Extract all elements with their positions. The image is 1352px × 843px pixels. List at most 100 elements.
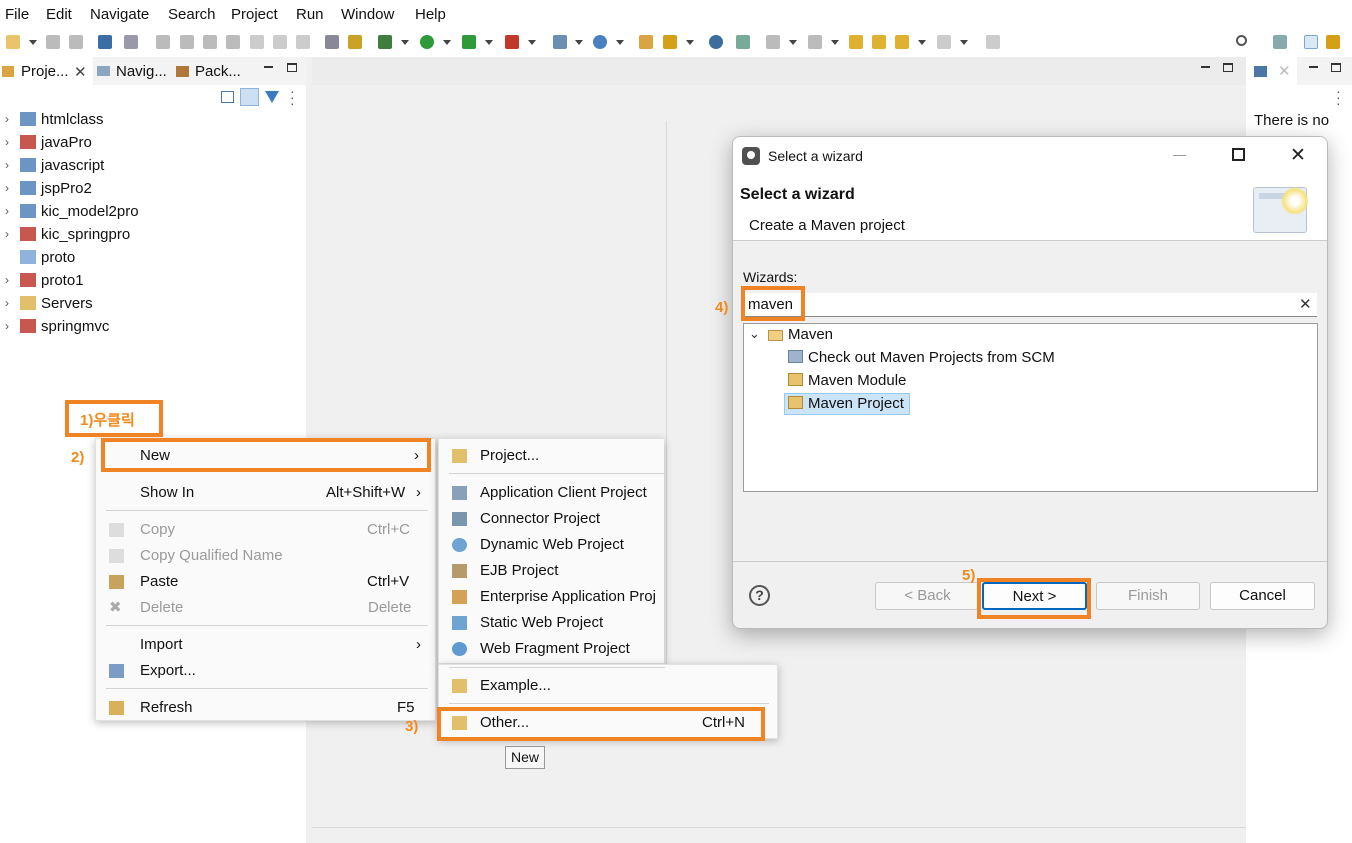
new-server-icon[interactable] bbox=[553, 35, 567, 49]
cancel-button[interactable]: Cancel bbox=[1210, 582, 1315, 610]
suspend-icon[interactable] bbox=[180, 35, 194, 49]
menu-run[interactable]: Run bbox=[296, 6, 324, 23]
menu-item-copy[interactable]: Copy Ctrl+C bbox=[96, 521, 437, 541]
minimize-icon[interactable] bbox=[264, 66, 273, 68]
menu-edit[interactable]: Edit bbox=[46, 6, 72, 23]
search-icon[interactable] bbox=[1236, 35, 1247, 46]
dropdown-arrow-icon[interactable] bbox=[575, 40, 583, 45]
menu-item-static-web-project[interactable]: Static Web Project bbox=[439, 614, 664, 634]
dropdown-arrow-icon[interactable] bbox=[616, 40, 624, 45]
tree-item[interactable]: › kic_springpro bbox=[0, 224, 300, 246]
close-icon[interactable]: ✕ bbox=[74, 63, 87, 81]
tree-item[interactable]: › jspPro2 bbox=[0, 178, 300, 200]
menu-navigate[interactable]: Navigate bbox=[90, 6, 149, 23]
menu-search[interactable]: Search bbox=[168, 6, 216, 23]
menu-item-export[interactable]: Export... bbox=[96, 662, 437, 682]
menu-help[interactable]: Help bbox=[415, 6, 446, 23]
menu-item-paste[interactable]: Paste Ctrl+V bbox=[96, 573, 437, 593]
open-perspective-icon[interactable] bbox=[1273, 35, 1287, 49]
external-tools-icon[interactable] bbox=[505, 35, 519, 49]
tab-navigator[interactable]: Navig... bbox=[116, 63, 167, 80]
menu-file[interactable]: File bbox=[5, 6, 29, 23]
forward-edit-icon[interactable] bbox=[872, 35, 886, 49]
run-coverage-icon[interactable] bbox=[462, 35, 476, 49]
terminal-icon[interactable] bbox=[98, 35, 112, 49]
new-icon[interactable] bbox=[6, 35, 20, 49]
tree-item[interactable]: › proto1 bbox=[0, 270, 300, 292]
menu-item-example[interactable]: Example... bbox=[439, 677, 779, 697]
previous-annotation-icon[interactable] bbox=[808, 35, 822, 49]
view-menu-icon[interactable]: · · · bbox=[290, 84, 295, 110]
java-ee-perspective-icon[interactable] bbox=[1304, 35, 1318, 49]
tree-item[interactable]: › htmlclass bbox=[0, 109, 300, 131]
menu-item-project[interactable]: Project... bbox=[439, 447, 664, 467]
new-class-icon[interactable] bbox=[593, 35, 607, 49]
tab-project-explorer[interactable]: Proje... bbox=[21, 63, 69, 80]
maximize-icon[interactable] bbox=[287, 63, 297, 72]
tree-item-maven-project[interactable]: Maven Project bbox=[808, 395, 904, 412]
menu-item-show-in[interactable]: Show In Alt+Shift+W › bbox=[96, 484, 437, 504]
disconnect-icon[interactable] bbox=[226, 35, 240, 49]
use-step-filters-icon[interactable] bbox=[325, 35, 339, 49]
minimize-icon[interactable] bbox=[1201, 66, 1210, 68]
menu-item-import[interactable]: Import › bbox=[96, 636, 437, 656]
dropdown-arrow-icon[interactable] bbox=[528, 40, 536, 45]
menu-item-dynamic-web-project[interactable]: Dynamic Web Project bbox=[439, 536, 664, 556]
finish-button[interactable]: Finish bbox=[1096, 582, 1200, 610]
dropdown-arrow-icon[interactable] bbox=[485, 40, 493, 45]
tree-item[interactable]: › javascript bbox=[0, 155, 300, 177]
search-tools-icon[interactable] bbox=[663, 35, 677, 49]
dropdown-arrow-icon[interactable] bbox=[29, 40, 37, 45]
tree-item[interactable]: › springmvc bbox=[0, 316, 300, 338]
filter-icon[interactable] bbox=[265, 91, 279, 103]
pin-editor-icon[interactable] bbox=[986, 35, 1000, 49]
collapse-all-icon[interactable] bbox=[221, 91, 234, 103]
menu-item-enterprise-application-project[interactable]: Enterprise Application Proj bbox=[439, 588, 664, 608]
next-annotation-icon[interactable] bbox=[766, 35, 780, 49]
maximize-icon[interactable] bbox=[1331, 63, 1341, 72]
skip-breakpoints-icon[interactable] bbox=[124, 35, 138, 49]
dropdown-arrow-icon[interactable] bbox=[401, 40, 409, 45]
step-into-icon[interactable] bbox=[250, 35, 264, 49]
annotation-icon[interactable] bbox=[736, 35, 750, 49]
dropdown-arrow-icon[interactable] bbox=[918, 40, 926, 45]
close-icon[interactable]: ✕ bbox=[1278, 62, 1291, 80]
help-icon[interactable]: ? bbox=[749, 585, 770, 606]
dropdown-arrow-icon[interactable] bbox=[831, 40, 839, 45]
clear-icon[interactable]: ✕ bbox=[1299, 295, 1312, 313]
run-icon[interactable] bbox=[420, 35, 434, 49]
view-menu-icon[interactable]: · · · bbox=[1336, 84, 1341, 110]
menu-project[interactable]: Project bbox=[231, 6, 278, 23]
tree-item-check-out-maven[interactable]: Check out Maven Projects from SCM bbox=[808, 349, 1055, 366]
step-over-icon[interactable] bbox=[273, 35, 287, 49]
menu-item-web-fragment-project[interactable]: Web Fragment Project bbox=[439, 640, 664, 660]
tree-item[interactable]: › kic_model2pro bbox=[0, 201, 300, 223]
open-type-icon[interactable] bbox=[639, 35, 653, 49]
debug-icon[interactable] bbox=[378, 35, 392, 49]
link-with-editor-icon[interactable] bbox=[240, 88, 259, 106]
minimize-icon[interactable] bbox=[1309, 66, 1318, 68]
step-return-icon[interactable] bbox=[296, 35, 310, 49]
dropdown-arrow-icon[interactable] bbox=[960, 40, 968, 45]
dropdown-arrow-icon[interactable] bbox=[789, 40, 797, 45]
save-all-icon[interactable] bbox=[69, 35, 83, 49]
menu-item-copy-qualified-name[interactable]: Copy Qualified Name bbox=[96, 547, 437, 567]
java-perspective-icon[interactable] bbox=[1326, 35, 1340, 49]
tree-item[interactable]: › Servers bbox=[0, 293, 300, 315]
last-edit-icon[interactable] bbox=[849, 35, 863, 49]
menu-item-ejb-project[interactable]: EJB Project bbox=[439, 562, 664, 582]
tree-item-maven[interactable]: Maven bbox=[788, 326, 833, 343]
menu-item-refresh[interactable]: Refresh F5 bbox=[96, 699, 437, 719]
chevron-down-icon[interactable]: ⌄ bbox=[749, 326, 760, 342]
terminate-icon[interactable] bbox=[203, 35, 217, 49]
dropdown-arrow-icon[interactable] bbox=[686, 40, 694, 45]
menu-item-delete[interactable]: ✖ Delete Delete bbox=[96, 599, 437, 619]
menu-item-connector-project[interactable]: Connector Project bbox=[439, 510, 664, 530]
wizard-filter-input[interactable] bbox=[743, 293, 1317, 317]
tab-package-explorer[interactable]: Pack... bbox=[195, 63, 241, 80]
dropdown-arrow-icon[interactable] bbox=[443, 40, 451, 45]
tree-item[interactable]: › javaPro bbox=[0, 132, 300, 154]
maximize-icon[interactable] bbox=[1223, 63, 1233, 72]
maximize-icon[interactable] bbox=[1232, 148, 1245, 161]
tree-item[interactable]: proto bbox=[0, 247, 300, 269]
